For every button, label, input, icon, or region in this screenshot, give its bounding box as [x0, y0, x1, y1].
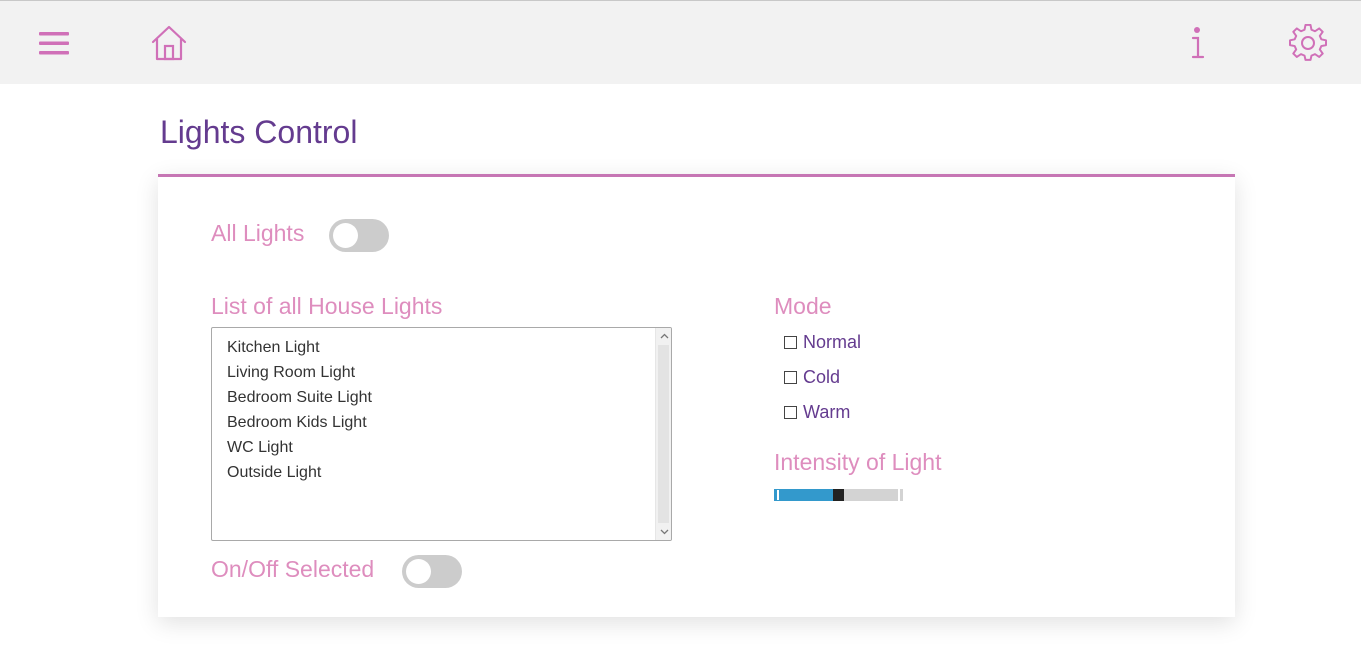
slider-thumb[interactable]	[833, 489, 844, 501]
gear-icon[interactable]	[1287, 23, 1329, 63]
mode-option-cold[interactable]: Cold	[784, 367, 840, 388]
top-bar	[0, 0, 1361, 84]
mode-normal-label: Normal	[803, 332, 862, 352]
slider-edge-left	[777, 490, 779, 500]
intensity-slider[interactable]	[774, 489, 903, 501]
lights-card: All Lights List of all House Lights Kitc…	[158, 174, 1235, 617]
house-lights-list: Kitchen Light Living Room Light Bedroom …	[212, 328, 671, 485]
page-title: Lights Control	[160, 114, 358, 150]
list-item-outside[interactable]: Outside Light	[227, 460, 671, 485]
mode-option-normal[interactable]: Normal	[784, 332, 861, 353]
scroll-up-arrow-icon[interactable]	[656, 328, 671, 344]
on-off-selected-label: On/Off Selected	[211, 556, 375, 582]
mode-option-warm[interactable]: Warm	[784, 402, 850, 423]
list-item-bedroom-kids[interactable]: Bedroom Kids Light	[227, 410, 671, 435]
all-lights-label: All Lights	[211, 220, 305, 246]
scroll-thumb[interactable]	[658, 345, 669, 523]
slider-edge-right	[898, 489, 900, 501]
slider-fill	[774, 489, 833, 501]
list-item-wc[interactable]: WC Light	[227, 435, 671, 460]
on-off-selected-toggle[interactable]	[402, 555, 462, 588]
home-icon[interactable]	[148, 23, 190, 63]
info-icon[interactable]	[1180, 23, 1214, 63]
toggle-knob	[406, 559, 431, 584]
house-lights-label: List of all House Lights	[211, 293, 443, 319]
mode-normal-checkbox[interactable]	[784, 336, 797, 349]
scroll-down-arrow-icon[interactable]	[656, 524, 671, 540]
mode-warm-checkbox[interactable]	[784, 406, 797, 419]
mode-cold-label: Cold	[803, 367, 841, 387]
mode-label: Mode	[774, 293, 832, 319]
intensity-label: Intensity of Light	[774, 449, 942, 475]
all-lights-toggle[interactable]	[329, 219, 389, 252]
list-item-living-room[interactable]: Living Room Light	[227, 360, 671, 385]
house-lights-listbox[interactable]: Kitchen Light Living Room Light Bedroom …	[211, 327, 672, 541]
toggle-knob	[333, 223, 358, 248]
mode-warm-label: Warm	[803, 402, 851, 422]
list-item-bedroom-suite[interactable]: Bedroom Suite Light	[227, 385, 671, 410]
list-item-kitchen[interactable]: Kitchen Light	[227, 335, 671, 360]
mode-cold-checkbox[interactable]	[784, 371, 797, 384]
listbox-scrollbar[interactable]	[655, 328, 671, 540]
hamburger-menu-icon[interactable]	[34, 25, 74, 61]
